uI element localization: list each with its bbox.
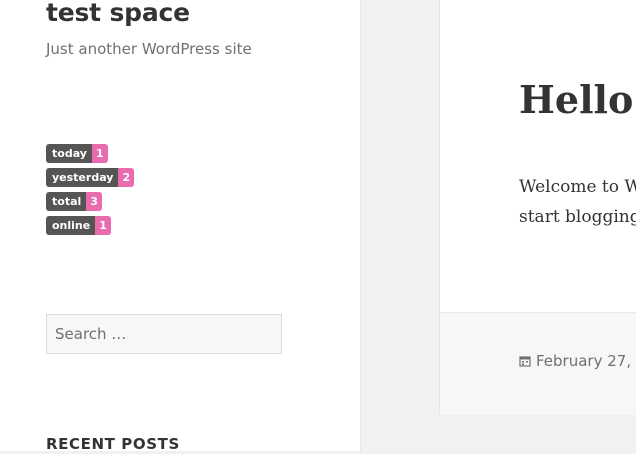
counter-label: today (46, 144, 92, 163)
calendar-icon (519, 356, 531, 367)
post-content: Welcome to W start blogging (519, 172, 636, 232)
counter-online: online 1 (46, 216, 134, 235)
counter-yesterday: yesterday 2 (46, 168, 135, 187)
counter-label: yesterday (46, 168, 119, 187)
counter-today: today 1 (46, 144, 134, 163)
counter-value: 2 (118, 168, 135, 187)
post-content-line: Welcome to W (519, 177, 636, 197)
search-input[interactable] (46, 314, 282, 354)
post-content-line: start blogging (519, 207, 636, 227)
main-content: Hello w Welcome to W start blogging Febr… (361, 0, 636, 451)
site-title[interactable]: test space (46, 0, 190, 29)
post-date: February 27, 2 (536, 352, 636, 370)
visitor-counter: today 1 yesterday 2 total 3 online 1 (46, 144, 135, 240)
counter-label: online (46, 216, 96, 235)
counter-label: total (46, 192, 87, 211)
post-date-link[interactable]: February 27, 2 (519, 351, 636, 371)
counter-value: 1 (91, 144, 108, 163)
site-description: Just another WordPress site (46, 40, 252, 58)
sidebar: test space Just another WordPress site t… (0, 0, 361, 453)
recent-posts-heading: RECENT POSTS (46, 435, 180, 453)
counter-value: 3 (86, 192, 102, 211)
counter-value: 1 (95, 216, 111, 235)
counter-total: total 3 (46, 192, 134, 211)
post-title[interactable]: Hello w (519, 74, 636, 126)
post-footer: February 27, 2 (440, 312, 636, 415)
post-card: Hello w Welcome to W start blogging Febr… (439, 0, 636, 415)
